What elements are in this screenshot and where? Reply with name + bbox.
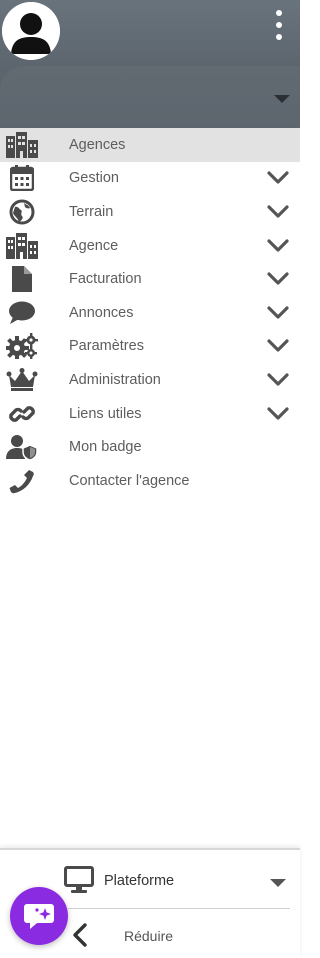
reduce-label: Réduire xyxy=(124,928,174,944)
user-shield-icon xyxy=(6,433,38,461)
menu-item-administration[interactable]: Administration xyxy=(0,363,300,397)
sidebar-header xyxy=(0,0,300,128)
menu-item-label: Contacter l'agence xyxy=(69,472,190,489)
chevron-down-icon[interactable] xyxy=(266,305,290,321)
menu-item-label: Annonces xyxy=(69,304,134,321)
menu-item-agences[interactable]: Agences xyxy=(0,128,300,162)
header-band xyxy=(0,66,300,128)
gears-icon xyxy=(6,332,38,360)
menu-item-label: Gestion xyxy=(69,170,119,187)
chevron-left-icon xyxy=(73,923,87,947)
menu-item-label: Terrain xyxy=(69,203,114,220)
menu-item-mon-badge[interactable]: Mon badge xyxy=(0,430,300,464)
menu-item-label: Agence xyxy=(69,237,119,254)
document-icon xyxy=(6,265,38,293)
chevron-down-icon[interactable] xyxy=(266,406,290,422)
chevron-down-icon[interactable] xyxy=(266,372,290,388)
menu-item-label: Administration xyxy=(69,371,161,388)
buildings-icon xyxy=(6,232,38,260)
chat-sparkle-icon xyxy=(24,904,54,929)
crown-icon xyxy=(6,366,38,394)
phone-icon xyxy=(6,467,38,495)
menu-item-annonces[interactable]: Annonces xyxy=(0,296,300,330)
chat-button[interactable] xyxy=(10,887,68,945)
calendar-icon xyxy=(6,164,38,192)
chevron-down-icon[interactable] xyxy=(266,271,290,287)
menu-item-label: Liens utiles xyxy=(69,405,142,422)
sidebar-menu: Agences Gestion Terrain Agence Facturati… xyxy=(0,128,300,498)
chevron-down-icon[interactable] xyxy=(266,170,290,186)
menu-item-liens-utiles[interactable]: Liens utiles xyxy=(0,397,300,431)
buildings-icon xyxy=(6,131,38,159)
kebab-menu-icon[interactable] xyxy=(274,10,284,40)
menu-item-label: Paramètres xyxy=(69,338,144,355)
globe-icon xyxy=(6,198,38,226)
menu-item-gestion[interactable]: Gestion xyxy=(0,162,300,196)
chevron-down-icon[interactable] xyxy=(266,338,290,354)
link-icon xyxy=(6,400,38,428)
speech-bubble-icon xyxy=(6,299,38,327)
menu-item-label: Mon badge xyxy=(69,439,142,456)
footer-divider xyxy=(68,908,290,909)
user-avatar-icon[interactable] xyxy=(2,2,60,60)
caret-down-icon[interactable] xyxy=(270,879,286,887)
menu-item-agence[interactable]: Agence xyxy=(0,229,300,263)
menu-item-contacter-agence[interactable]: Contacter l'agence xyxy=(0,464,300,498)
chevron-down-icon[interactable] xyxy=(266,238,290,254)
chevron-down-icon[interactable] xyxy=(266,204,290,220)
menu-item-terrain[interactable]: Terrain xyxy=(0,195,300,229)
header-dropdown-caret-icon[interactable] xyxy=(274,95,290,103)
monitor-icon xyxy=(64,866,94,893)
menu-item-label: Agences xyxy=(69,136,126,153)
menu-item-parametres[interactable]: Paramètres xyxy=(0,330,300,364)
menu-item-facturation[interactable]: Facturation xyxy=(0,262,300,296)
platform-label: Plateforme xyxy=(104,873,175,889)
menu-item-label: Facturation xyxy=(69,271,142,288)
